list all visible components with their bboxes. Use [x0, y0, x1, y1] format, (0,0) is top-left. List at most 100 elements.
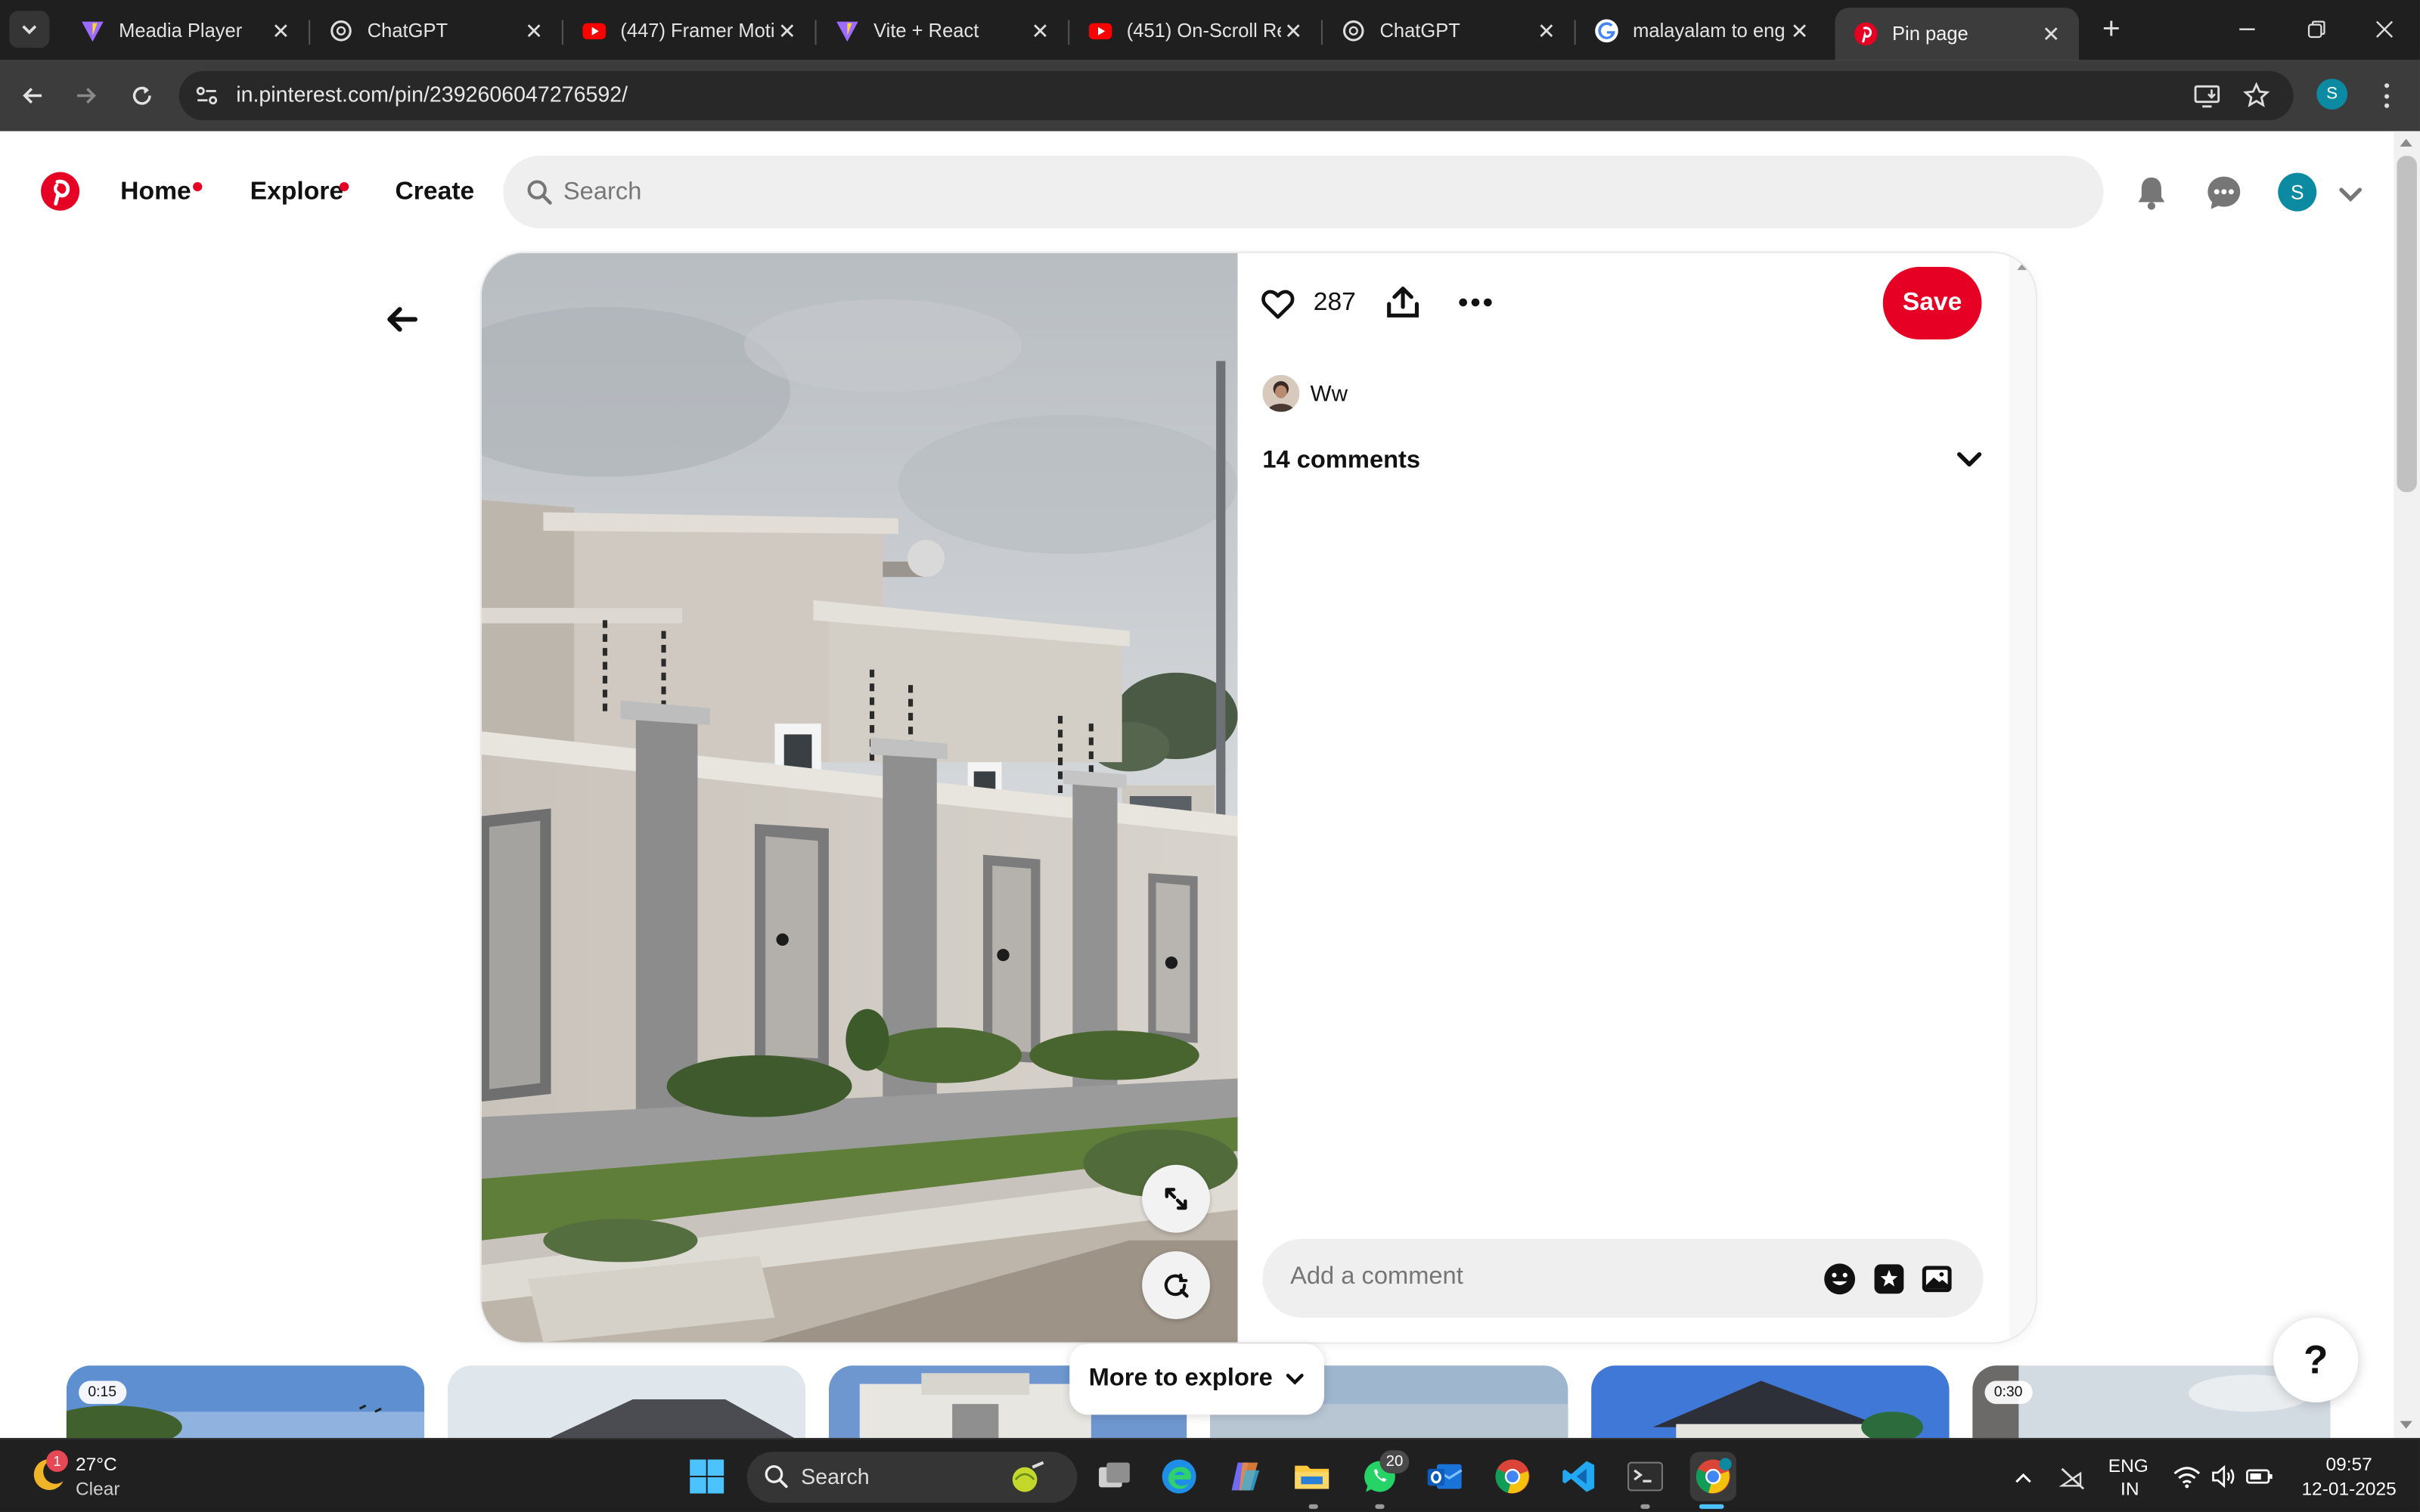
file-explorer-app[interactable] — [1290, 1455, 1333, 1498]
clock-date[interactable]: 12-01-2025 — [2294, 1478, 2405, 1500]
heart-icon[interactable] — [1259, 286, 1296, 323]
taskbar-search[interactable]: Search — [746, 1452, 1078, 1503]
chevron-up-icon[interactable] — [2012, 1467, 2034, 1489]
notifications-bell-icon[interactable] — [2131, 173, 2171, 213]
tab-search-button[interactable] — [9, 11, 50, 48]
messages-icon[interactable] — [2204, 173, 2244, 213]
chrome-app[interactable] — [1491, 1455, 1534, 1498]
address-bar[interactable]: in.pinterest.com/pin/2392606047276592/ — [178, 70, 2294, 121]
tab-meadia-player[interactable]: Meadia Player ✕ — [62, 6, 309, 55]
back-button[interactable] — [14, 77, 51, 114]
tab-google[interactable]: malayalam to eng ✕ — [1576, 6, 1828, 55]
explore-pin-thumbnail[interactable] — [447, 1365, 806, 1443]
chrome-profile-app[interactable] — [1689, 1452, 1736, 1501]
restore-button[interactable] — [2294, 9, 2340, 49]
nav-home[interactable]: Home — [120, 178, 191, 207]
close-icon[interactable]: ✕ — [1281, 17, 1306, 43]
search-placeholder: Search — [563, 178, 642, 206]
sticker-icon[interactable] — [1872, 1262, 1906, 1296]
emoji-icon[interactable] — [1823, 1262, 1857, 1296]
back-arrow-icon[interactable] — [381, 299, 421, 339]
language-bottom[interactable]: IN — [2121, 1478, 2139, 1500]
start-button[interactable] — [685, 1455, 728, 1498]
explore-notification-dot — [339, 181, 349, 192]
search-highlight-icon — [1012, 1461, 1044, 1492]
task-view-button[interactable] — [1093, 1455, 1136, 1498]
author-name[interactable]: Ww — [1311, 383, 1348, 407]
close-icon[interactable]: ✕ — [268, 17, 293, 43]
comments-heading[interactable]: 14 comments — [1262, 448, 1420, 476]
arrow-left-icon — [23, 88, 42, 104]
weather-condition[interactable]: Clear — [76, 1478, 120, 1500]
close-icon[interactable]: ✕ — [2039, 21, 2064, 47]
tab-pin-page[interactable]: Pin page ✕ — [1835, 8, 2079, 60]
volume-icon[interactable] — [2210, 1463, 2238, 1491]
language-top[interactable]: ENG — [2108, 1455, 2149, 1476]
pinterest-logo[interactable] — [40, 172, 80, 212]
minimize-button[interactable] — [2224, 9, 2270, 49]
browser-profile-avatar[interactable]: S — [2316, 79, 2348, 110]
thumbnail-image — [66, 1365, 425, 1443]
tab-chatgpt-1[interactable]: ChatGPT ✕ — [310, 6, 562, 55]
tab-chatgpt-2[interactable]: ChatGPT ✕ — [1323, 6, 1575, 55]
tab-title: ChatGPT — [367, 20, 448, 42]
save-button[interactable]: Save — [1882, 267, 1982, 339]
site-settings-icon[interactable] — [194, 83, 219, 108]
share-icon[interactable] — [1385, 284, 1422, 321]
author-avatar[interactable] — [1262, 374, 1300, 412]
scrollbar-thumb[interactable] — [2397, 156, 2417, 493]
bookmark-star-icon[interactable] — [2242, 82, 2270, 110]
comment-input[interactable]: Add a comment — [1262, 1238, 1984, 1318]
more-to-explore-label: More to explore — [1088, 1365, 1273, 1392]
weather-temperature[interactable]: 27°C — [76, 1453, 117, 1475]
nav-create[interactable]: Create — [395, 178, 474, 207]
tab-framer-motion[interactable]: (447) Framer Moti ✕ — [563, 6, 815, 55]
chevron-down-icon[interactable] — [1954, 445, 1985, 476]
close-window-button[interactable] — [2361, 9, 2407, 49]
new-tab-button[interactable]: + — [2094, 11, 2128, 46]
close-icon[interactable]: ✕ — [522, 17, 547, 43]
user-avatar[interactable]: S — [2278, 172, 2317, 212]
visual-search-button[interactable] — [1142, 1251, 1210, 1319]
battery-icon[interactable] — [2245, 1464, 2273, 1489]
close-icon[interactable]: ✕ — [774, 17, 799, 43]
location-off-icon[interactable] — [2059, 1464, 2086, 1492]
account-chevron-down-icon[interactable] — [2335, 179, 2366, 210]
chrome-icon — [1495, 1459, 1530, 1494]
taskbar-search-label: Search — [801, 1464, 870, 1489]
page-scrollbar[interactable] — [2394, 131, 2420, 1439]
image-upload-icon[interactable] — [1920, 1262, 1954, 1296]
tab-title: (451) On-Scroll Re — [1126, 20, 1281, 42]
explore-pin-thumbnail[interactable] — [1591, 1365, 1950, 1443]
more-options-icon[interactable] — [1457, 284, 1494, 321]
nav-explore[interactable]: Explore — [250, 178, 344, 207]
explore-pin-thumbnail[interactable]: 0:15 — [66, 1365, 425, 1443]
copilot-app[interactable] — [1224, 1455, 1267, 1498]
expand-media-button[interactable] — [1142, 1164, 1210, 1233]
home-notification-dot — [193, 181, 203, 192]
restore-icon — [2307, 20, 2325, 39]
reload-button[interactable] — [123, 77, 160, 114]
wifi-icon[interactable] — [2173, 1464, 2201, 1489]
comment-placeholder: Add a comment — [1290, 1263, 1463, 1290]
clock-time[interactable]: 09:57 — [2303, 1453, 2395, 1475]
house-photo — [481, 253, 1238, 1343]
install-app-icon[interactable] — [2193, 82, 2221, 110]
close-icon[interactable]: ✕ — [1028, 17, 1053, 43]
pinterest-search-input[interactable]: Search — [503, 156, 2104, 229]
tab-vite-react[interactable]: Vite + React ✕ — [817, 6, 1069, 55]
card-scrollbar[interactable] — [2009, 253, 2036, 1343]
vscode-app[interactable] — [1557, 1455, 1600, 1498]
forward-button[interactable] — [68, 77, 105, 114]
more-to-explore-button[interactable]: More to explore — [1069, 1343, 1325, 1415]
tab-on-scroll[interactable]: (451) On-Scroll Re ✕ — [1069, 6, 1321, 55]
terminal-app[interactable] — [1624, 1455, 1667, 1498]
browser-menu-icon[interactable] — [2374, 80, 2399, 111]
outlook-app[interactable] — [1423, 1455, 1466, 1498]
search-icon — [527, 180, 552, 205]
close-icon[interactable]: ✕ — [1534, 17, 1559, 43]
close-icon[interactable]: ✕ — [1787, 17, 1812, 43]
help-button[interactable]: ? — [2273, 1317, 2359, 1403]
edge-app[interactable] — [1158, 1455, 1201, 1498]
pin-media[interactable] — [481, 253, 1238, 1343]
